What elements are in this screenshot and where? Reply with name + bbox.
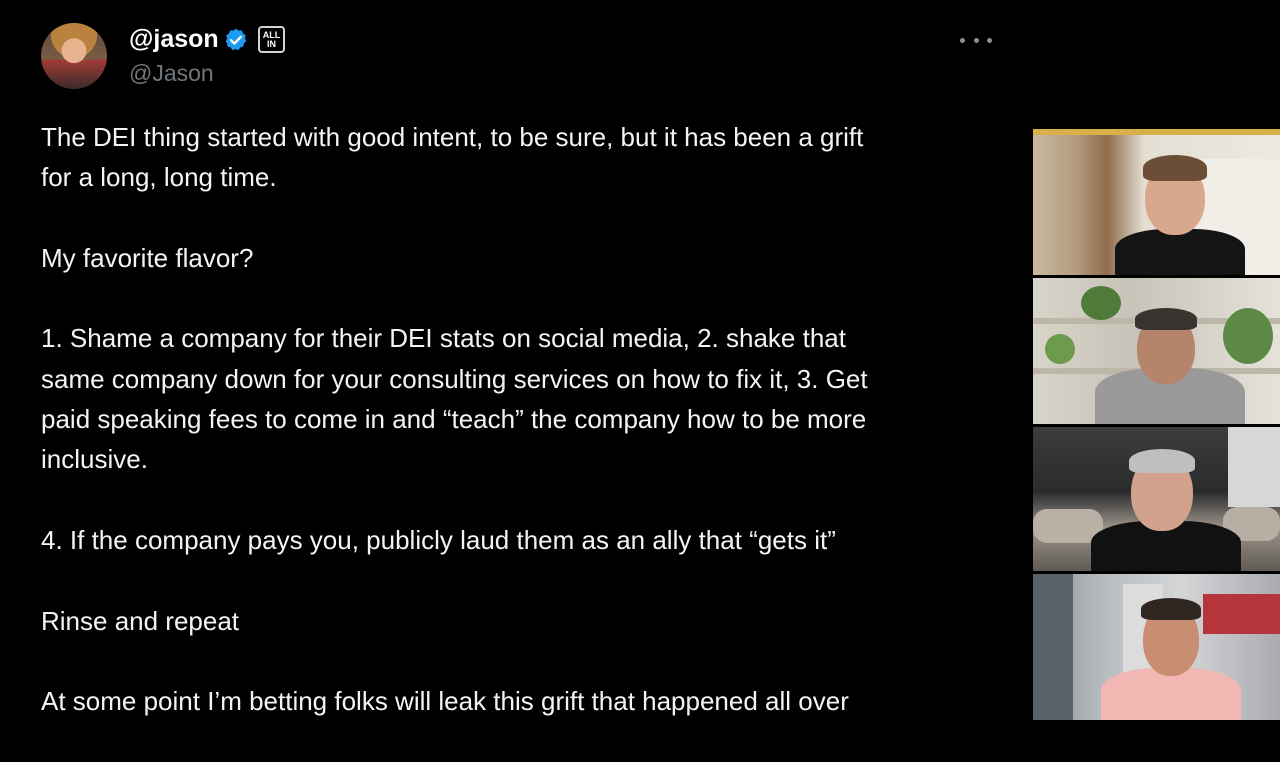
video-participant-3 [1033,427,1280,571]
more-horizontal-icon[interactable] [960,32,992,48]
tweet-paragraph: At some point I’m betting folks will lea… [41,686,849,717]
tweet-paragraph: Rinse and repeat [41,605,240,636]
tweet-paragraph: 4. If the company pays you, publicly lau… [41,524,836,555]
user-handle[interactable]: @Jason [129,60,214,87]
video-participant-4 [1033,574,1280,720]
avatar[interactable] [41,23,107,89]
tweet-paragraph: The DEI thing started with good intent, … [41,122,864,193]
tweet-text: The DEI thing started with good intent, … [41,117,1001,762]
video-participant-2 [1033,278,1280,424]
verified-check-icon [225,28,247,51]
tweet-paragraph: 1. Shame a company for their DEI stats o… [41,323,868,475]
display-name[interactable]: @jason [129,25,219,54]
video-participant-1 [1033,129,1280,275]
affiliate-badge-icon: ALL IN [258,26,285,53]
tweet-paragraph: My favorite flavor? [41,242,254,273]
